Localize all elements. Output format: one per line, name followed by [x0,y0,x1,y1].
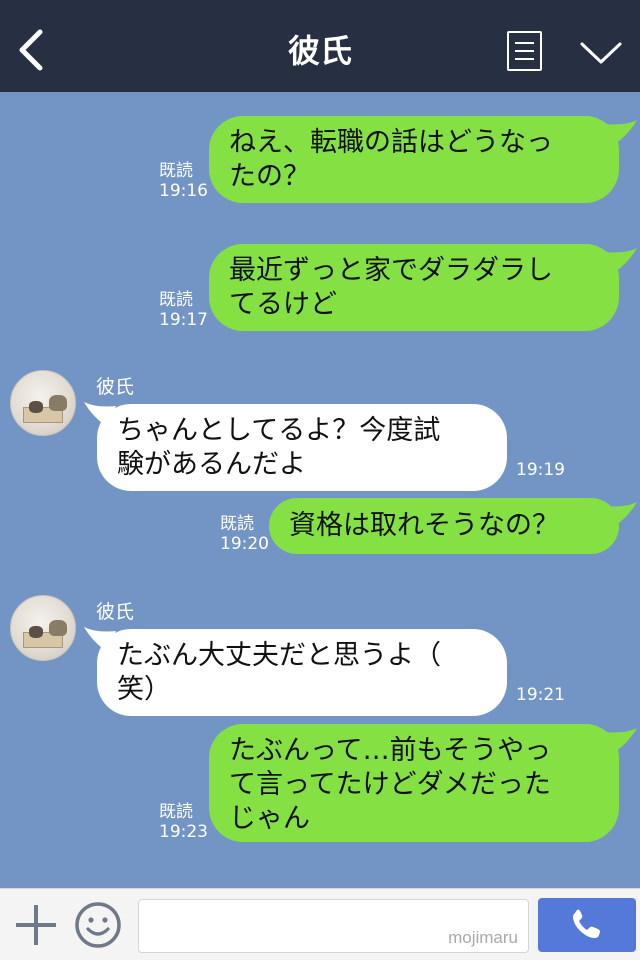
message-text: 最近ずっと家でダラダラし てるけど [229,255,553,320]
read-receipt: 既読 19:17 [159,290,208,330]
message-bubble-received[interactable]: たぶん大丈夫だと思うよ（ 笑） [97,629,507,716]
avatar-photo-cat [49,620,67,636]
bubble-tail [605,248,637,272]
menu-button[interactable] [578,38,624,68]
chat-title: 彼氏 [287,32,352,70]
message-text: たぶん大丈夫だと思うよ（ 笑） [117,640,441,705]
note-icon-line [515,50,534,52]
chat-area[interactable]: 既読 19:16 ねえ、転職の話はどうなっ たの？ 既読 19:17 最近ずっと… [0,92,640,888]
avatar-photo-cat [29,401,43,413]
message-text: ちゃんとしてるよ？今度試 験があるんだよ [117,415,441,480]
message-time: 19:19 [516,460,565,480]
emoji-button[interactable] [74,901,122,949]
message-bubble-sent[interactable]: 最近ずっと家でダラダラし てるけど [209,244,619,331]
read-receipt: 既読 19:20 [220,514,269,554]
contact-avatar[interactable] [10,595,76,661]
note-button[interactable] [507,31,542,71]
chat-header: 彼氏 [0,0,640,92]
chevron-down-icon [580,42,622,64]
message-time: 19:21 [516,685,565,705]
sender-name: 彼氏 [96,601,135,623]
avatar-photo-cat [29,626,43,638]
message-input[interactable]: mojimaru [138,899,529,953]
watermark-text: mojimaru [448,928,518,947]
contact-avatar[interactable] [10,370,76,436]
message-text: ねえ、転職の話はどうなっ たの？ [229,127,553,192]
bubble-tail [605,502,637,526]
avatar-photo-cat [49,395,67,411]
note-icon-line [515,42,534,44]
note-icon-line [515,58,534,60]
emoji-icon [75,902,121,948]
message-bubble-sent[interactable]: ねえ、転職の話はどうなっ たの？ [209,116,619,203]
bubble-tail [605,728,637,752]
bubble-tail [605,120,637,144]
message-bubble-sent[interactable]: 資格は取れそうなの？ [269,498,619,554]
read-receipt: 既読 19:16 [159,161,208,201]
message-bubble-received[interactable]: ちゃんとしてるよ？今度試 験があるんだよ [97,404,507,491]
sender-name: 彼氏 [96,376,135,398]
plus-button[interactable] [14,903,58,947]
message-text: 資格は取れそうなの？ [289,510,559,541]
message-bubble-sent[interactable]: たぶんって…前もそうやっ て言ってたけどダメだった じゃん [209,724,619,842]
message-composer: mojimaru [0,888,640,960]
read-receipt: 既読 19:23 [159,802,208,842]
call-button[interactable] [538,898,636,952]
phone-icon [573,909,600,938]
message-text: たぶんって…前もそうやっ て言ってたけどダメだった じゃん [229,735,552,834]
